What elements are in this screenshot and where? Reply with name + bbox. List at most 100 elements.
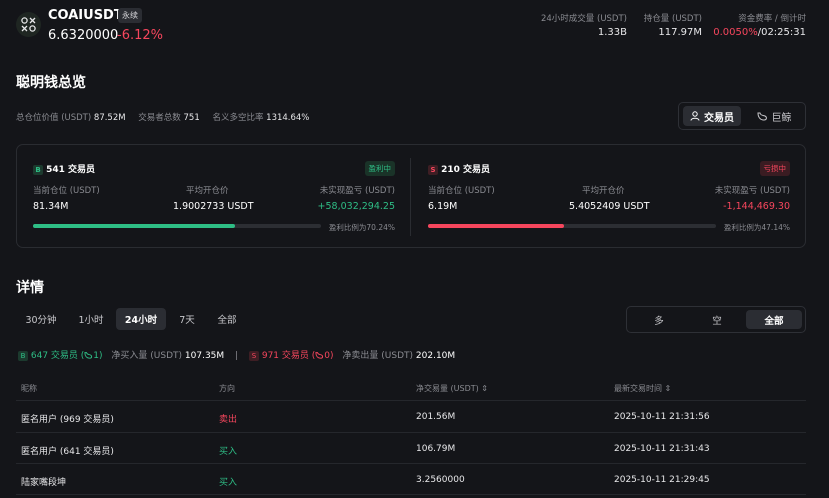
long-traders-count: 541 交易员 [46,165,96,175]
short-avg-price-label: 平均开仓价 [582,186,625,196]
long-pnl-label: 未实现盈亏 (USDT) [319,186,395,196]
buy-badge: B [18,351,28,361]
net-sell-label: 净卖出量 (USDT) [342,351,414,361]
column-nickname[interactable]: 昵称 [21,383,37,394]
price-change: -6.12% [117,28,163,43]
buy-whale-count: 1) [93,351,103,361]
row-2-name[interactable]: 匿名用户 (641 交易员) [21,444,114,457]
short-status-badge: 亏损中 [759,161,790,176]
row-divider [16,494,806,495]
tab-24h[interactable]: 24小时 [116,308,166,330]
traders-toggle-button[interactable]: 交易员 [683,106,741,126]
side-short-button[interactable]: 空 [688,310,746,329]
whale-icon [315,352,324,359]
long-badge: B [33,165,43,175]
whales-toggle-label: 巨鲸 [771,112,792,124]
traders-toggle-label: 交易员 [704,112,734,124]
coai-logo-icon [21,17,36,32]
panel-divider [410,158,411,236]
whale-icon [756,112,767,121]
tab-1h[interactable]: 1小时 [70,308,112,330]
overview-title: 聪明钱总览 [16,75,86,91]
last-price: 6.6320000 [48,28,119,43]
net-buy-value: 107.35M [184,351,225,361]
column-direction: 方向 [219,384,235,393]
open-interest-label: 持仓量 (USDT) [643,14,702,24]
row-3-name[interactable]: 陆家嘴段坤 [21,475,66,488]
traders-total-label: 交易者总数 [138,113,181,123]
tab-7d[interactable]: 7天 [170,308,204,330]
short-pnl-value: -1,144,469.30 [723,201,790,212]
column-last-trade-time[interactable]: 最新交易时间 ⇕ [614,383,671,394]
coin-logo [16,12,41,37]
volume-label: 24小时成交量 (USDT) [540,14,627,24]
net-sell-value: 202.10M [415,351,456,361]
column-net-volume[interactable]: 净交易量 (USDT) ⇕ [416,383,488,394]
overview-stats: 总仓位价值 (USDT) 87.52M 交易者总数 751 名义多空比率 131… [16,111,309,123]
header-divider [16,400,806,401]
long-position-label: 当前仓位 (USDT) [33,186,100,196]
long-pnl-value: +58,032,294.25 [317,201,395,212]
symbol-name[interactable]: COAIUSDT [48,8,123,23]
positions-panel [16,144,806,248]
funding-countdown: 02:25:31 [761,27,806,38]
row-3-time: 2025-10-11 21:29:45 [614,475,710,485]
long-status-badge: 盈利中 [364,161,395,176]
row-1-volume: 201.56M [416,412,456,422]
trader-whale-toggle: 交易员 巨鲸 [678,102,806,130]
row-2-time: 2025-10-11 21:31:43 [614,444,710,454]
short-position-value: 6.19M [428,201,458,212]
short-traders-count: 210 交易员 [441,165,491,175]
row-1-time: 2025-10-11 21:31:56 [614,412,710,422]
open-interest-value: 117.97M [658,27,702,38]
long-profit-bar-fill [33,224,236,228]
row-2-volume: 106.79M [416,444,456,454]
long-profit-ratio: 盈利比例为70.24% [328,223,395,232]
short-badge: S [428,165,438,175]
buy-summary: B 647 交易员 (1) 净买入量 (USDT) 107.35M | S 97… [18,348,455,361]
row-3-side: 买入 [219,478,238,488]
row-divider [16,463,806,464]
long-traders-header: B 541 交易员 [33,162,95,175]
funding-label: 资金费率 / 倒计时 [738,14,806,24]
volume-value: 1.33B [597,27,627,38]
total-position-label: 总仓位价值 (USDT) [16,113,92,123]
traders-total-value: 751 [183,113,200,123]
row-1-name[interactable]: 匿名用户 (969 交易员) [21,412,114,425]
row-3-volume: 3.2560000 [416,475,465,485]
contract-type-badge: 永续 [118,8,142,23]
funding-rate: 0.0050% [713,27,758,38]
short-traders-header: S 210 交易员 [428,162,490,175]
total-position-value: 87.52M [93,113,126,123]
funding-value: 0.0050%/02:25:31 [713,27,806,38]
row-divider [16,432,806,433]
sell-badge: S [248,351,259,361]
long-position-value: 81.34M [33,201,69,212]
sell-whale-count: 0) [324,351,334,361]
whale-icon [84,352,93,359]
row-1-side: 卖出 [219,415,238,425]
short-pnl-label: 未实现盈亏 (USDT) [714,186,790,196]
long-short-ratio-value: 1314.64% [266,113,310,123]
side-filter: 多 空 全部 [626,306,806,333]
whales-toggle-button[interactable]: 巨鲸 [745,106,803,126]
side-all-button[interactable]: 全部 [746,310,802,329]
short-position-label: 当前仓位 (USDT) [428,186,495,196]
details-title: 详情 [16,280,44,296]
sell-traders-count: 971 交易员 ( [261,351,316,361]
tab-30m[interactable]: 30分钟 [18,308,64,330]
side-long-button[interactable]: 多 [630,310,688,329]
user-icon [690,111,700,121]
row-2-side: 买入 [219,447,238,457]
short-profit-ratio: 盈利比例为47.14% [723,223,790,232]
long-avg-price-value: 1.9002733 USDT [173,201,254,212]
net-buy-label: 净买入量 (USDT) [111,351,183,361]
buy-traders-count: 647 交易员 ( [30,351,85,361]
short-avg-price-value: 5.4052409 USDT [569,201,650,212]
long-avg-price-label: 平均开仓价 [186,186,229,196]
tab-all[interactable]: 全部 [208,308,246,330]
short-profit-bar-fill [428,224,564,228]
short-profit-bar [428,224,716,228]
long-profit-bar [33,224,321,228]
long-short-ratio-label: 名义多空比率 [212,113,264,123]
